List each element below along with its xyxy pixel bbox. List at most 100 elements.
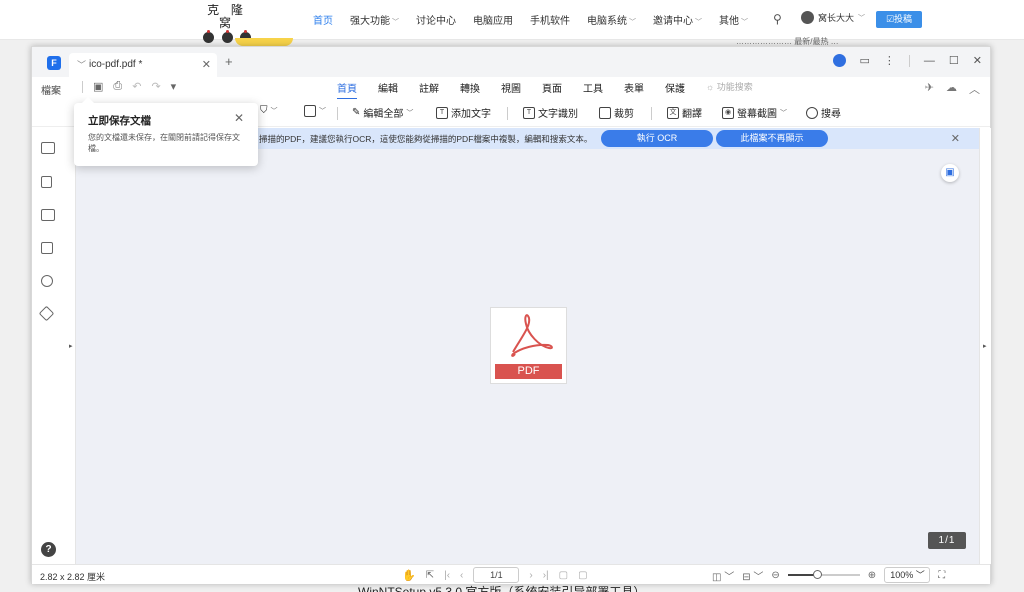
fit-page-icon[interactable]: ⊟ ﹀ <box>742 568 763 583</box>
cloud-upload-icon[interactable]: ☁ <box>946 81 957 97</box>
divider <box>337 107 338 120</box>
quick-access: ▣ ⎙ ↶ ↷ ▾ <box>82 80 176 93</box>
left-sidebar: ▸ ? <box>32 128 76 564</box>
tab-protect[interactable]: 保護 <box>665 80 685 100</box>
tab-convert[interactable]: 轉換 <box>460 80 480 100</box>
expand-right-panel-icon[interactable]: ▸ <box>983 342 987 350</box>
last-page-icon[interactable]: ›| <box>543 570 549 581</box>
undo-icon[interactable]: ↶ <box>132 80 141 93</box>
zoom-slider[interactable] <box>787 570 860 579</box>
post-button[interactable]: ☑投稿 <box>876 11 922 28</box>
translate-button[interactable]: 文翻譯 <box>667 105 702 120</box>
print-icon[interactable]: ⎙ <box>113 80 122 93</box>
document-tab[interactable]: ﹀ ico-pdf.pdf * ✕ <box>69 53 217 77</box>
prev-page-icon[interactable]: ‹ <box>460 570 463 581</box>
tab-edit[interactable]: 編輯 <box>378 80 398 100</box>
zoom-select[interactable]: 100% ﹀ <box>884 567 931 583</box>
attachment-icon[interactable] <box>41 242 53 254</box>
site-nav-discussion[interactable]: 讨论中心 <box>416 12 456 27</box>
zoom-out-icon[interactable]: ⊖ <box>771 570 779 581</box>
site-nav-other[interactable]: 其他 ﹀ <box>719 12 748 27</box>
site-nav-invite[interactable]: 邀请中心 ﹀ <box>653 12 702 27</box>
new-tab-icon[interactable]: + <box>225 54 233 69</box>
add-text-button[interactable]: T 添加文字 <box>436 105 491 120</box>
tab-page[interactable]: 頁面 <box>542 80 562 100</box>
tab-home[interactable]: 首頁 <box>337 80 357 100</box>
send-icon[interactable]: ✈ <box>925 81 934 97</box>
translate-icon: 文 <box>667 106 679 119</box>
app-logo-icon[interactable]: F <box>47 56 61 70</box>
help-icon[interactable]: ? <box>41 542 56 557</box>
zoom-slider-knob[interactable] <box>812 570 822 579</box>
close-icon[interactable]: ✕ <box>951 132 960 145</box>
chevron-down-icon[interactable]: ﹀ <box>77 58 86 71</box>
right-sidebar: ▸ <box>979 128 991 564</box>
save-icon[interactable]: ▣ <box>93 80 103 93</box>
select-tool-icon[interactable]: ⇱ <box>426 570 434 581</box>
maximize-icon[interactable]: ☐ <box>949 54 959 67</box>
fullscreen-icon[interactable]: ⛶ <box>938 570 945 581</box>
edit-all-button[interactable]: ✎ 編輯全部 ﹀ <box>352 105 413 120</box>
tab-tools[interactable]: 工具 <box>583 80 603 100</box>
collapse-ribbon-icon[interactable]: ︿ <box>969 81 980 97</box>
save-reminder-popup: 立即保存文檔 ✕ 您的文檔還未保存，在關閉前請記得保存文檔。 <box>74 97 258 166</box>
screenshot-button[interactable]: ◉ 螢幕截圖 ﹀ <box>722 105 787 120</box>
page-number-input[interactable]: 1/1 <box>473 567 520 583</box>
minimize-icon[interactable]: — <box>924 55 935 67</box>
pdf-page-thumbnail[interactable]: PDF <box>490 307 567 384</box>
redo-icon[interactable]: ↷ <box>151 80 160 93</box>
site-nav-features[interactable]: 强大功能 ﹀ <box>350 12 399 27</box>
tab-form[interactable]: 表單 <box>624 80 644 100</box>
first-page-icon[interactable]: |‹ <box>444 570 450 581</box>
site-nav-home[interactable]: 首页 <box>313 12 333 27</box>
next-page-icon[interactable]: › <box>529 570 532 581</box>
highlight-tool[interactable]: ⛉ ﹀ <box>260 105 278 116</box>
close-icon[interactable]: ✕ <box>234 111 244 125</box>
page-dimensions: 2.82 x 2.82 厘米 <box>40 572 106 582</box>
site-nav-mobile[interactable]: 手机软件 <box>530 12 570 27</box>
zoom-in-icon[interactable]: ⊕ <box>868 570 876 581</box>
divider <box>507 107 508 120</box>
message-icon[interactable]: ▭ <box>860 54 870 67</box>
ocr-button[interactable]: T 文字識別 <box>523 105 578 120</box>
thumbnails-icon[interactable] <box>41 142 55 154</box>
search-icon[interactable] <box>41 275 53 287</box>
page-indicator-badge: 1/1 <box>928 532 966 549</box>
tab-annotate[interactable]: 註解 <box>419 80 439 100</box>
feature-search[interactable]: ☼ 功能搜索 <box>706 80 753 100</box>
page-layout-icon[interactable]: ◫ ﹀ <box>712 568 734 583</box>
close-icon[interactable]: ✕ <box>973 54 982 67</box>
tab-view[interactable]: 視圖 <box>501 80 521 100</box>
shape-tool[interactable]: ﹀ <box>304 105 326 117</box>
layers-icon[interactable] <box>38 305 55 322</box>
search-button[interactable]: 搜尋 <box>806 105 841 120</box>
site-nav-pc-apps[interactable]: 电脑应用 <box>473 12 513 27</box>
site-user-menu[interactable]: 窝长大大 ﹀ <box>801 11 865 24</box>
more-icon[interactable]: ⋮ <box>884 54 895 67</box>
divider <box>82 80 83 93</box>
avatar <box>801 11 814 24</box>
chevron-down-icon: ﹀ <box>858 14 866 22</box>
search-icon[interactable]: ⚲ <box>773 12 782 26</box>
page-navigation: ✋ ⇱ |‹ ‹ 1/1 › ›| ▢ ▢ <box>402 567 588 583</box>
acrobat-icon <box>511 314 553 357</box>
crop-button[interactable]: 裁剪 <box>599 105 634 120</box>
site-article-title[interactable]: WinNTSetup v5.3.0 官方版（系统安装引导部署工具） <box>358 583 645 592</box>
file-menu[interactable]: 檔案 <box>41 82 61 97</box>
site-nav-systems[interactable]: 电脑系统 ﹀ <box>587 12 636 27</box>
bookmark-icon[interactable] <box>41 176 52 188</box>
account-icon[interactable] <box>832 54 846 67</box>
menubar-right-icons: ✈ ☁ ︿ <box>925 81 980 97</box>
run-ocr-button[interactable]: 執行 OCR <box>601 130 713 147</box>
comment-icon[interactable] <box>41 209 55 221</box>
expand-left-panel-icon[interactable]: ▸ <box>69 342 73 350</box>
hand-tool-icon[interactable]: ✋ <box>402 569 416 582</box>
two-page-icon[interactable]: ▢ <box>578 570 587 581</box>
status-bar: 2.82 x 2.82 厘米 ✋ ⇱ |‹ ‹ 1/1 › ›| ▢ ▢ ◫ ﹀… <box>32 564 990 584</box>
dont-show-again-button[interactable]: 此檔案不再顯示 <box>716 130 828 147</box>
close-tab-icon[interactable]: ✕ <box>202 58 211 71</box>
ocr-float-icon[interactable]: ▣ <box>941 164 959 182</box>
customize-icon[interactable]: ▾ <box>171 80 177 93</box>
lightbulb-icon: ☼ <box>706 82 715 92</box>
single-page-icon[interactable]: ▢ <box>559 570 568 581</box>
